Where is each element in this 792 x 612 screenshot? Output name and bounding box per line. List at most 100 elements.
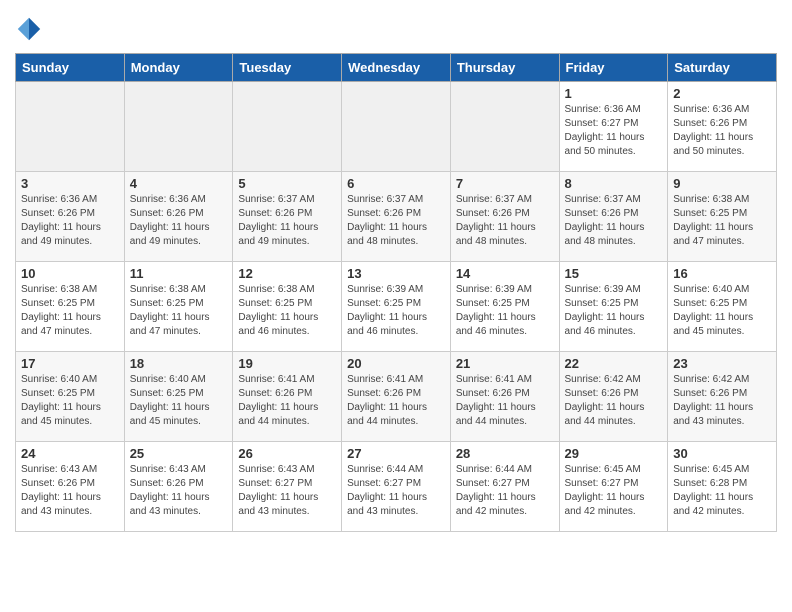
day-cell: 11 Sunrise: 6:38 AM Sunset: 6:25 PM Dayli… [124, 262, 233, 352]
day-cell [16, 82, 125, 172]
day-number: 3 [21, 176, 119, 191]
day-info: Sunrise: 6:38 AM Sunset: 6:25 PM Dayligh… [238, 283, 336, 339]
day-info: Sunrise: 6:44 AM Sunset: 6:27 PM Dayligh… [456, 463, 554, 519]
day-number: 19 [238, 356, 336, 371]
day-number: 14 [456, 266, 554, 281]
day-cell: 17 Sunrise: 6:40 AM Sunset: 6:25 PM Dayli… [16, 352, 125, 442]
day-number: 5 [238, 176, 336, 191]
day-info: Sunrise: 6:36 AM Sunset: 6:27 PM Dayligh… [565, 103, 663, 159]
day-cell: 14 Sunrise: 6:39 AM Sunset: 6:25 PM Dayli… [450, 262, 559, 352]
header-sunday: Sunday [16, 54, 125, 82]
day-number: 29 [565, 446, 663, 461]
day-number: 13 [347, 266, 445, 281]
day-cell [450, 82, 559, 172]
day-info: Sunrise: 6:37 AM Sunset: 6:26 PM Dayligh… [565, 193, 663, 249]
calendar-header-row: SundayMondayTuesdayWednesdayThursdayFrid… [16, 54, 777, 82]
day-number: 17 [21, 356, 119, 371]
week-row-4: 24 Sunrise: 6:43 AM Sunset: 6:26 PM Dayli… [16, 442, 777, 532]
day-info: Sunrise: 6:36 AM Sunset: 6:26 PM Dayligh… [673, 103, 771, 159]
day-info: Sunrise: 6:43 AM Sunset: 6:27 PM Dayligh… [238, 463, 336, 519]
day-info: Sunrise: 6:37 AM Sunset: 6:26 PM Dayligh… [238, 193, 336, 249]
day-number: 30 [673, 446, 771, 461]
day-info: Sunrise: 6:39 AM Sunset: 6:25 PM Dayligh… [456, 283, 554, 339]
day-cell: 2 Sunrise: 6:36 AM Sunset: 6:26 PM Daylig… [668, 82, 777, 172]
day-info: Sunrise: 6:42 AM Sunset: 6:26 PM Dayligh… [565, 373, 663, 429]
day-cell: 19 Sunrise: 6:41 AM Sunset: 6:26 PM Dayli… [233, 352, 342, 442]
day-cell: 1 Sunrise: 6:36 AM Sunset: 6:27 PM Daylig… [559, 82, 668, 172]
day-cell: 6 Sunrise: 6:37 AM Sunset: 6:26 PM Daylig… [342, 172, 451, 262]
day-number: 11 [130, 266, 228, 281]
day-cell: 27 Sunrise: 6:44 AM Sunset: 6:27 PM Dayli… [342, 442, 451, 532]
day-info: Sunrise: 6:43 AM Sunset: 6:26 PM Dayligh… [21, 463, 119, 519]
day-info: Sunrise: 6:38 AM Sunset: 6:25 PM Dayligh… [21, 283, 119, 339]
day-number: 6 [347, 176, 445, 191]
day-cell: 21 Sunrise: 6:41 AM Sunset: 6:26 PM Dayli… [450, 352, 559, 442]
header-monday: Monday [124, 54, 233, 82]
week-row-1: 3 Sunrise: 6:36 AM Sunset: 6:26 PM Daylig… [16, 172, 777, 262]
day-cell: 16Sunrise: 6:40 AM Sunset: 6:25 PM Dayli… [668, 262, 777, 352]
day-cell [124, 82, 233, 172]
day-number: 27 [347, 446, 445, 461]
day-cell: 8Sunrise: 6:37 AM Sunset: 6:26 PM Daylig… [559, 172, 668, 262]
day-number: 20 [347, 356, 445, 371]
day-cell: 13 Sunrise: 6:39 AM Sunset: 6:25 PM Dayli… [342, 262, 451, 352]
header-tuesday: Tuesday [233, 54, 342, 82]
day-cell: 22 Sunrise: 6:42 AM Sunset: 6:26 PM Dayli… [559, 352, 668, 442]
day-info: Sunrise: 6:39 AM Sunset: 6:25 PM Dayligh… [565, 283, 663, 339]
day-info: Sunrise: 6:36 AM Sunset: 6:26 PM Dayligh… [21, 193, 119, 249]
header-thursday: Thursday [450, 54, 559, 82]
day-cell: 12 Sunrise: 6:38 AM Sunset: 6:25 PM Dayli… [233, 262, 342, 352]
day-info: Sunrise: 6:45 AM Sunset: 6:27 PM Dayligh… [565, 463, 663, 519]
day-cell [342, 82, 451, 172]
day-info: Sunrise: 6:42 AM Sunset: 6:26 PM Dayligh… [673, 373, 771, 429]
day-info: Sunrise: 6:37 AM Sunset: 6:26 PM Dayligh… [456, 193, 554, 249]
day-info: Sunrise: 6:38 AM Sunset: 6:25 PM Dayligh… [673, 193, 771, 249]
day-cell: 7 Sunrise: 6:37 AM Sunset: 6:26 PM Daylig… [450, 172, 559, 262]
calendar-table: SundayMondayTuesdayWednesdayThursdayFrid… [15, 53, 777, 532]
day-number: 9 [673, 176, 771, 191]
day-cell [233, 82, 342, 172]
header-saturday: Saturday [668, 54, 777, 82]
day-number: 12 [238, 266, 336, 281]
day-info: Sunrise: 6:44 AM Sunset: 6:27 PM Dayligh… [347, 463, 445, 519]
day-number: 28 [456, 446, 554, 461]
day-info: Sunrise: 6:45 AM Sunset: 6:28 PM Dayligh… [673, 463, 771, 519]
day-number: 23 [673, 356, 771, 371]
day-number: 7 [456, 176, 554, 191]
day-number: 24 [21, 446, 119, 461]
day-cell: 18Sunrise: 6:40 AM Sunset: 6:25 PM Dayli… [124, 352, 233, 442]
header-friday: Friday [559, 54, 668, 82]
day-cell: 24 Sunrise: 6:43 AM Sunset: 6:26 PM Dayli… [16, 442, 125, 532]
day-number: 16 [673, 266, 771, 281]
day-number: 10 [21, 266, 119, 281]
week-row-0: 1 Sunrise: 6:36 AM Sunset: 6:27 PM Daylig… [16, 82, 777, 172]
week-row-3: 17 Sunrise: 6:40 AM Sunset: 6:25 PM Dayli… [16, 352, 777, 442]
day-number: 21 [456, 356, 554, 371]
day-info: Sunrise: 6:38 AM Sunset: 6:25 PM Dayligh… [130, 283, 228, 339]
day-info: Sunrise: 6:36 AM Sunset: 6:26 PM Dayligh… [130, 193, 228, 249]
day-info: Sunrise: 6:43 AM Sunset: 6:26 PM Dayligh… [130, 463, 228, 519]
day-number: 1 [565, 86, 663, 101]
day-number: 2 [673, 86, 771, 101]
day-number: 22 [565, 356, 663, 371]
day-cell: 23 Sunrise: 6:42 AM Sunset: 6:26 PM Dayli… [668, 352, 777, 442]
day-cell: 30 Sunrise: 6:45 AM Sunset: 6:28 PM Dayli… [668, 442, 777, 532]
week-row-2: 10 Sunrise: 6:38 AM Sunset: 6:25 PM Dayli… [16, 262, 777, 352]
day-info: Sunrise: 6:41 AM Sunset: 6:26 PM Dayligh… [238, 373, 336, 429]
day-info: Sunrise: 6:39 AM Sunset: 6:25 PM Dayligh… [347, 283, 445, 339]
logo [15, 15, 47, 43]
day-cell: 5 Sunrise: 6:37 AM Sunset: 6:26 PM Daylig… [233, 172, 342, 262]
day-number: 25 [130, 446, 228, 461]
day-info: Sunrise: 6:40 AM Sunset: 6:25 PM Dayligh… [130, 373, 228, 429]
day-info: Sunrise: 6:40 AM Sunset: 6:25 PM Dayligh… [21, 373, 119, 429]
day-cell: 28 Sunrise: 6:44 AM Sunset: 6:27 PM Dayli… [450, 442, 559, 532]
page-header [15, 15, 777, 43]
header-wednesday: Wednesday [342, 54, 451, 82]
day-info: Sunrise: 6:41 AM Sunset: 6:26 PM Dayligh… [456, 373, 554, 429]
day-cell: 25 Sunrise: 6:43 AM Sunset: 6:26 PM Dayli… [124, 442, 233, 532]
day-info: Sunrise: 6:37 AM Sunset: 6:26 PM Dayligh… [347, 193, 445, 249]
day-number: 26 [238, 446, 336, 461]
day-cell: 29 Sunrise: 6:45 AM Sunset: 6:27 PM Dayli… [559, 442, 668, 532]
day-number: 15 [565, 266, 663, 281]
day-cell: 26 Sunrise: 6:43 AM Sunset: 6:27 PM Dayli… [233, 442, 342, 532]
